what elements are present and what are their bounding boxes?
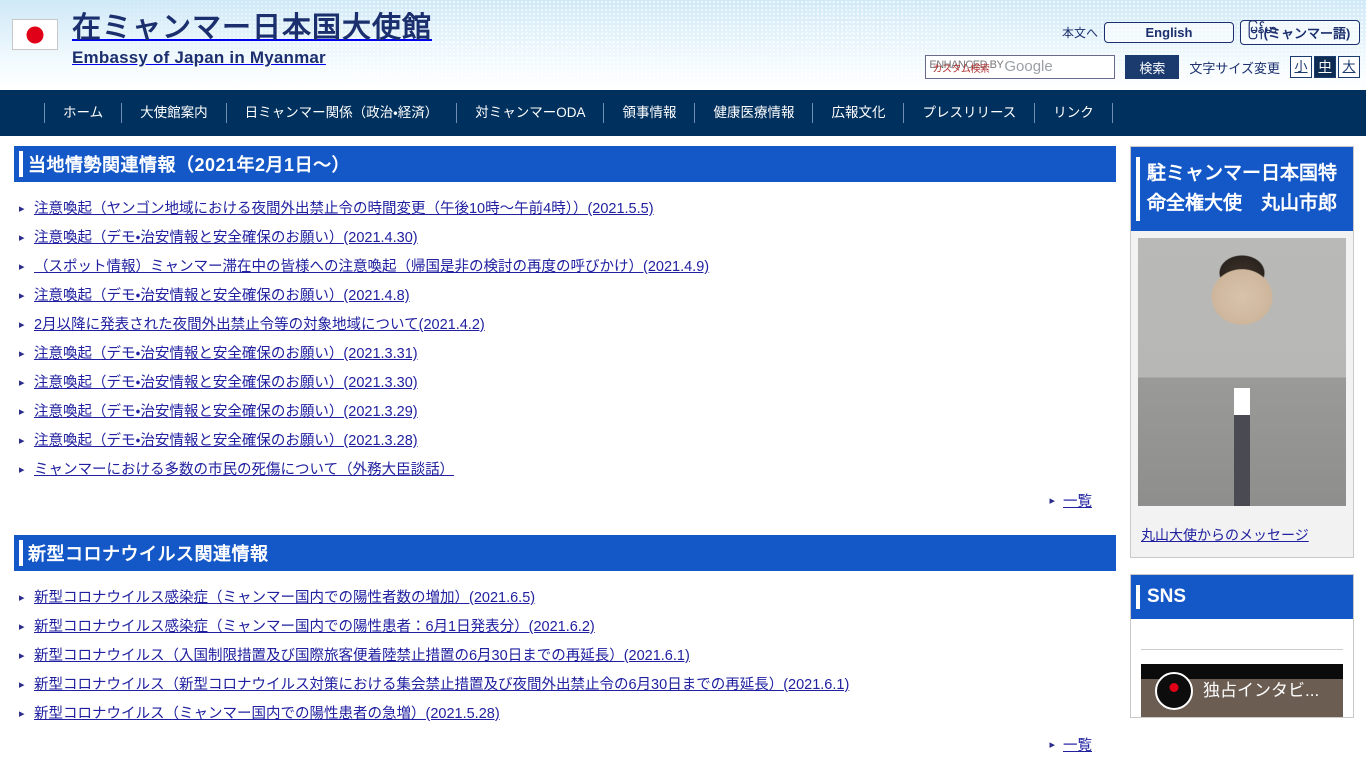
main-content: 当地情勢関連情報（2021年2月1日～） 注意喚起（ヤンゴン地域における夜間外出…: [0, 136, 1130, 768]
news-link[interactable]: 注意喚起（デモ・治安情報と安全確保のお願い）(2021.3.29): [34, 404, 418, 420]
news-link[interactable]: 新型コロナウイルス感染症（ミャンマー国内での陽性患者：6月1日発表分）(2021…: [34, 619, 595, 635]
ambassador-heading: 駐ミャンマー日本国特命全権大使 丸山市郎: [1131, 147, 1353, 231]
site-title-jp: 在ミャンマー日本国大使館: [72, 12, 433, 44]
list-item: 注意喚起（デモ・治安情報と安全確保のお願い）(2021.3.29): [14, 403, 1116, 421]
list-item: 新型コロナウイルス（入国制限措置及び国際旅客便着陸禁止措置の6月30日までの再延…: [14, 647, 1116, 665]
language-english-button[interactable]: English: [1104, 22, 1234, 43]
language-myanmar-burmese-label: မြန်မာ: [1248, 21, 1278, 36]
news-link[interactable]: 新型コロナウイルス（入国制限措置及び国際旅客便着陸禁止措置の6月30日までの再延…: [34, 648, 690, 664]
news-link[interactable]: （スポット情報）ミャンマー滞在中の皆様への注意喚起（帰国是非の検討の再度の呼びか…: [34, 259, 709, 275]
news-link[interactable]: ミャンマーにおける多数の市民の死傷について（外務大臣談話）: [34, 462, 454, 478]
news-link[interactable]: 注意喚起（デモ・治安情報と安全確保のお願い）(2021.3.30): [34, 375, 418, 391]
list-item: 2月以降に発表された夜間外出禁止令等の対象地域について(2021.4.2): [14, 316, 1116, 334]
nav-item-culture[interactable]: 広報文化: [812, 103, 903, 123]
news-link[interactable]: 注意喚起（デモ・治安情報と安全確保のお願い）(2021.3.31): [34, 346, 418, 362]
language-myanmar-button[interactable]: မြန်မာ (ミャンマー語): [1240, 20, 1360, 45]
font-size-large-button[interactable]: 大: [1338, 56, 1360, 78]
embassy-seal-icon: [1155, 672, 1193, 710]
news-list-covid: 新型コロナウイルス感染症（ミャンマー国内での陽性者数の増加）(2021.6.5)…: [14, 589, 1116, 723]
news-link[interactable]: 注意喚起（デモ・治安情報と安全確保のお願い）(2021.4.30): [34, 230, 418, 246]
nav-item-embassy-info[interactable]: 大使館案内: [121, 103, 226, 123]
sidebar: 駐ミャンマー日本国特命全権大使 丸山市郎 丸山大使からのメッセージ SNS 独占…: [1130, 136, 1366, 768]
site-header: 在ミャンマー日本国大使館 Embassy of Japan in Myanmar…: [0, 0, 1366, 90]
news-link[interactable]: 注意喚起（ヤンゴン地域における夜間外出禁止令の時間変更（午後10時～午前4時））…: [34, 201, 654, 217]
news-link[interactable]: 注意喚起（デモ・治安情報と安全確保のお願い）(2021.4.8): [34, 288, 410, 304]
list-item: 新型コロナウイルス感染症（ミャンマー国内での陽性患者：6月1日発表分）(2021…: [14, 618, 1116, 636]
list-item: 注意喚起（デモ・治安情報と安全確保のお願い）(2021.3.31): [14, 345, 1116, 363]
section-covid: 新型コロナウイルス関連情報 新型コロナウイルス感染症（ミャンマー国内での陽性者数…: [14, 535, 1116, 755]
font-size-small-button[interactable]: 小: [1290, 56, 1312, 78]
language-bar: 本文へ English မြန်မာ (ミャンマー語): [1062, 20, 1360, 45]
search-input[interactable]: ENHANCED BY カスタム検索 Google: [925, 55, 1116, 79]
list-item: 注意喚起（デモ・治安情報と安全確保のお願い）(2021.4.30): [14, 229, 1116, 247]
section-local-situation: 当地情勢関連情報（2021年2月1日～） 注意喚起（ヤンゴン地域における夜間外出…: [14, 146, 1116, 511]
nav-item-japan-myanmar-relations[interactable]: 日ミャンマー関係（政治・経済）: [225, 103, 457, 123]
primary-navigation: ホーム 大使館案内 日ミャンマー関係（政治・経済） 対ミャンマーODA 領事情報…: [0, 90, 1366, 136]
page-body: 当地情勢関連情報（2021年2月1日～） 注意喚起（ヤンゴン地域における夜間外出…: [0, 136, 1366, 768]
nav-item-oda[interactable]: 対ミャンマーODA: [456, 103, 603, 123]
list-item: 新型コロナウイルス（新型コロナウイルス対策における集会禁止措置及び夜間外出禁止令…: [14, 676, 1116, 694]
news-list-local-situation: 注意喚起（ヤンゴン地域における夜間外出禁止令の時間変更（午後10時～午前4時））…: [14, 200, 1116, 479]
nav-item-health-medical[interactable]: 健康医療情報: [694, 103, 812, 123]
sns-video-caption: 独占インタビ...: [1203, 681, 1320, 700]
nav-item-home[interactable]: ホーム: [44, 103, 121, 123]
nav-item-consular[interactable]: 領事情報: [603, 103, 694, 123]
sns-card: SNS 独占インタビ...: [1130, 574, 1354, 718]
more-row-covid: ▸ 一覧: [14, 734, 1116, 755]
sns-divider: [1141, 649, 1343, 650]
skip-to-content-link[interactable]: 本文へ: [1062, 24, 1098, 41]
news-link[interactable]: 新型コロナウイルス（新型コロナウイルス対策における集会禁止措置及び夜間外出禁止令…: [34, 677, 849, 693]
list-item: ミャンマーにおける多数の市民の死傷について（外務大臣談話）: [14, 461, 1116, 479]
news-link[interactable]: 注意喚起（デモ・治安情報と安全確保のお願い）(2021.3.28): [34, 433, 418, 449]
list-item: 注意喚起（デモ・治安情報と安全確保のお願い）(2021.3.28): [14, 432, 1116, 450]
news-link[interactable]: 2月以降に発表された夜間外出禁止令等の対象地域について(2021.4.2): [34, 317, 485, 333]
view-all-link[interactable]: 一覧: [1063, 734, 1092, 755]
site-logo-link[interactable]: 在ミャンマー日本国大使館 Embassy of Japan in Myanmar: [12, 14, 432, 66]
more-row-local-situation: ▸ 一覧: [14, 490, 1116, 511]
site-title-en: Embassy of Japan in Myanmar: [72, 48, 326, 67]
font-size-medium-button[interactable]: 中: [1314, 56, 1336, 78]
section-title-covid: 新型コロナウイルス関連情報: [14, 535, 1116, 571]
news-link[interactable]: 新型コロナウイルス（ミャンマー国内での陽性患者の急増）(2021.5.28): [34, 706, 500, 722]
ambassador-card: 駐ミャンマー日本国特命全権大使 丸山市郎 丸山大使からのメッセージ: [1130, 146, 1354, 558]
ambassador-message-row: 丸山大使からのメッセージ: [1131, 513, 1353, 557]
brand-text: 在ミャンマー日本国大使館 Embassy of Japan in Myanmar: [72, 12, 433, 67]
sns-body: 独占インタビ...: [1131, 619, 1353, 717]
chevron-right-icon: ▸: [1049, 739, 1055, 751]
list-item: 注意喚起（ヤンゴン地域における夜間外出禁止令の時間変更（午後10時～午前4時））…: [14, 200, 1116, 218]
list-item: （スポット情報）ミャンマー滞在中の皆様への注意喚起（帰国是非の検討の再度の呼びか…: [14, 258, 1116, 276]
search-button[interactable]: 検索: [1125, 55, 1180, 79]
nav-item-links[interactable]: リンク: [1034, 103, 1113, 123]
ambassador-photo-wrap: [1131, 231, 1353, 513]
list-item: 注意喚起（デモ・治安情報と安全確保のお願い）(2021.4.8): [14, 287, 1116, 305]
font-size-label: 文字サイズ変更: [1189, 60, 1280, 76]
nav-item-press-release[interactable]: プレスリリース: [903, 103, 1034, 123]
ambassador-message-link[interactable]: 丸山大使からのメッセージ: [1141, 527, 1309, 543]
search-placeholder-jp: カスタム検索: [932, 64, 990, 75]
list-item: 注意喚起（デモ・治安情報と安全確保のお願い）(2021.3.30): [14, 374, 1116, 392]
news-link[interactable]: 新型コロナウイルス感染症（ミャンマー国内での陽性者数の増加）(2021.6.5): [34, 590, 535, 606]
chevron-right-icon: ▸: [1049, 495, 1055, 507]
font-size-group: 小 中 大: [1290, 56, 1360, 78]
sns-video-thumbnail[interactable]: 独占インタビ...: [1141, 664, 1343, 717]
sns-heading: SNS: [1131, 575, 1353, 619]
section-title-local-situation: 当地情勢関連情報（2021年2月1日～）: [14, 146, 1116, 182]
list-item: 新型コロナウイルス（ミャンマー国内での陽性患者の急増）(2021.5.28): [14, 705, 1116, 723]
japan-flag-icon: [12, 19, 58, 50]
ambassador-portrait: [1138, 238, 1346, 506]
view-all-link[interactable]: 一覧: [1063, 490, 1092, 511]
google-brand-label: Google: [1004, 58, 1053, 75]
list-item: 新型コロナウイルス感染症（ミャンマー国内での陽性者数の増加）(2021.6.5): [14, 589, 1116, 607]
search-bar: ENHANCED BY カスタム検索 Google 検索 文字サイズ変更 小 中…: [925, 55, 1360, 79]
